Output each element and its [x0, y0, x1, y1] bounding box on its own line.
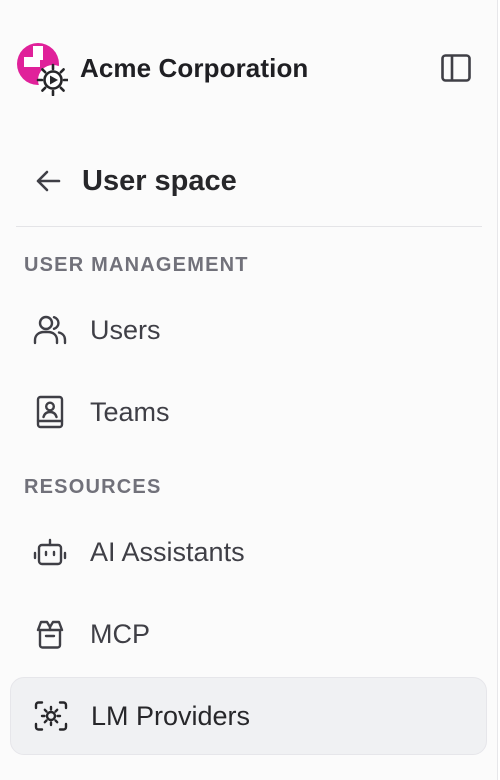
- section-label-user-management: USER MANAGEMENT: [24, 254, 249, 276]
- sidebar-item-ai-assistants[interactable]: AI Assistants: [10, 513, 487, 591]
- sidebar-item-teams[interactable]: Teams: [10, 373, 487, 451]
- sidebar-item-mcp[interactable]: MCP: [10, 595, 487, 673]
- divider: [16, 226, 482, 227]
- sidebar-item-label: Users: [90, 314, 161, 345]
- back-button[interactable]: [24, 157, 72, 205]
- sidebar-toggle-icon: [441, 54, 471, 82]
- sidebar-item-lm-providers[interactable]: LM Providers: [10, 677, 487, 755]
- users-icon: [30, 310, 70, 350]
- page-title: User space: [82, 164, 237, 197]
- package-icon: [30, 614, 70, 654]
- sidebar-item-label: Teams: [90, 396, 170, 427]
- space-header: User space: [16, 156, 482, 206]
- sidebar-item-label: LM Providers: [91, 700, 251, 731]
- bot-icon: [30, 532, 70, 572]
- sidebar-toggle-button[interactable]: [438, 50, 474, 86]
- section-label-resources: RESOURCES: [24, 476, 162, 498]
- cog-frame-icon: [31, 696, 71, 736]
- sidebar-item-label: MCP: [90, 618, 150, 649]
- sidebar-item-users[interactable]: Users: [10, 291, 487, 369]
- acme-logo-icon: [16, 40, 68, 96]
- sidebar-item-label: AI Assistants: [90, 536, 245, 567]
- sidebar: Acme Corporation User space USER MANAGEM…: [0, 0, 498, 780]
- org-name: Acme Corporation: [80, 52, 309, 83]
- contact-book-icon: [30, 392, 70, 432]
- arrow-left-icon: [36, 170, 61, 192]
- org-header[interactable]: Acme Corporation: [16, 40, 486, 96]
